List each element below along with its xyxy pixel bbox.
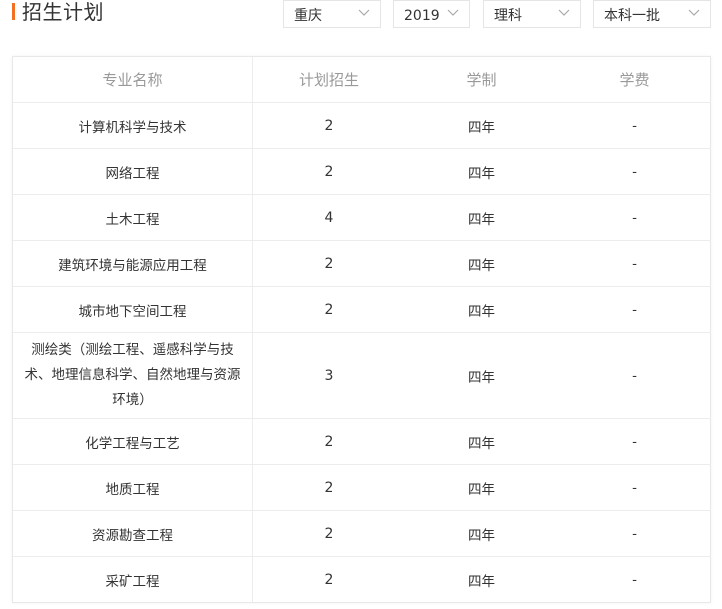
chevron-down-icon <box>358 9 370 16</box>
cell-plan: 2 <box>252 418 405 465</box>
subject-select-value: 理科 <box>494 8 522 24</box>
table-row: 城市地下空间工程 2 四年 - <box>13 286 711 333</box>
cell-tuition: - <box>558 464 711 511</box>
cell-plan: 2 <box>252 510 405 557</box>
cell-major: 建筑环境与能源应用工程 <box>13 240 253 287</box>
cell-plan: 2 <box>252 148 405 195</box>
cell-major: 网络工程 <box>13 148 253 195</box>
cell-tuition: - <box>558 286 711 333</box>
subject-select[interactable]: 理科 <box>483 0 581 28</box>
cell-tuition: - <box>558 148 711 195</box>
cell-major: 资源勘查工程 <box>13 510 253 557</box>
chevron-down-icon <box>558 9 570 16</box>
cell-plan: 2 <box>324 571 334 588</box>
chevron-down-icon <box>688 9 700 16</box>
cell-tuition: - <box>558 194 711 241</box>
enrollment-plan-panel: 招生计划 重庆 2019 理科 本科一批 专业名称 计划招生 学制 学费 计算机… <box>0 0 722 609</box>
column-header-duration: 学制 <box>405 57 558 103</box>
table-row: 化学工程与工艺 2 四年 - <box>13 418 711 465</box>
table-row: 采矿工程 2 四年 - <box>13 556 711 602</box>
table-row: 土木工程 4 四年 - <box>13 194 711 241</box>
province-select-value: 重庆 <box>294 8 322 24</box>
column-header-major: 专业名称 <box>13 57 253 103</box>
cell-major: 地质工程 <box>13 464 253 511</box>
cell-tuition: - <box>558 418 711 465</box>
column-header-tuition: 学费 <box>558 57 711 103</box>
cell-duration: 四年 <box>405 194 558 241</box>
cell-plan: 2 <box>252 240 405 287</box>
table-row: 网络工程 2 四年 - <box>13 148 711 195</box>
table-row: 地质工程 2 四年 - <box>13 464 711 511</box>
chevron-down-icon <box>447 9 459 16</box>
cell-tuition: - <box>632 571 637 588</box>
cell-major: 土木工程 <box>13 194 253 241</box>
cell-duration: 四年 <box>405 286 558 333</box>
year-select[interactable]: 2019 <box>393 0 470 28</box>
year-select-value: 2019 <box>404 8 440 24</box>
batch-select-value: 本科一批 <box>604 8 660 24</box>
enrollment-table: 专业名称 计划招生 学制 学费 计算机科学与技术 2 四年 - 网络工程 2 四… <box>13 57 711 602</box>
batch-select[interactable]: 本科一批 <box>593 0 711 28</box>
cell-plan: 2 <box>252 286 405 333</box>
cell-duration: 四年 <box>405 148 558 195</box>
cell-duration: 四年 <box>405 418 558 465</box>
cell-major: 计算机科学与技术 <box>13 102 253 149</box>
table-row: 资源勘查工程 2 四年 - <box>13 510 711 557</box>
cell-duration: 四年 <box>405 464 558 511</box>
cell-duration: 四年 <box>405 510 558 557</box>
cell-plan: 2 <box>252 102 405 149</box>
table-row: 测绘类（测绘工程、遥感科学与技术、地理信息科学、自然地理与资源环境） 3 四年 … <box>13 332 711 419</box>
table-row: 建筑环境与能源应用工程 2 四年 - <box>13 240 711 287</box>
province-select[interactable]: 重庆 <box>283 0 381 28</box>
cell-duration: 四年 <box>405 332 558 419</box>
cell-major: 城市地下空间工程 <box>13 286 253 333</box>
cell-tuition: - <box>558 332 711 419</box>
cell-major: 采矿工程 <box>13 556 253 602</box>
cell-plan: 2 <box>252 464 405 511</box>
cell-tuition: - <box>558 510 711 557</box>
page-title: 招生计划 <box>22 0 104 24</box>
cell-duration: 四年 <box>405 240 558 287</box>
cell-tuition: - <box>558 102 711 149</box>
cell-plan: 4 <box>252 194 405 241</box>
cell-plan: 3 <box>252 332 405 419</box>
title-accent-bar <box>12 3 15 20</box>
table-header-row: 专业名称 计划招生 学制 学费 <box>13 57 711 103</box>
cell-tuition: - <box>558 240 711 287</box>
enrollment-table-container: 专业名称 计划招生 学制 学费 计算机科学与技术 2 四年 - 网络工程 2 四… <box>12 56 711 603</box>
header: 招生计划 重庆 2019 理科 本科一批 <box>0 0 722 36</box>
cell-duration: 四年 <box>405 102 558 149</box>
cell-duration: 四年 <box>468 573 495 590</box>
table-row: 计算机科学与技术 2 四年 - <box>13 102 711 149</box>
cell-major: 测绘类（测绘工程、遥感科学与技术、地理信息科学、自然地理与资源环境） <box>13 332 253 419</box>
column-header-plan: 计划招生 <box>252 57 405 103</box>
cell-major: 化学工程与工艺 <box>13 418 253 465</box>
